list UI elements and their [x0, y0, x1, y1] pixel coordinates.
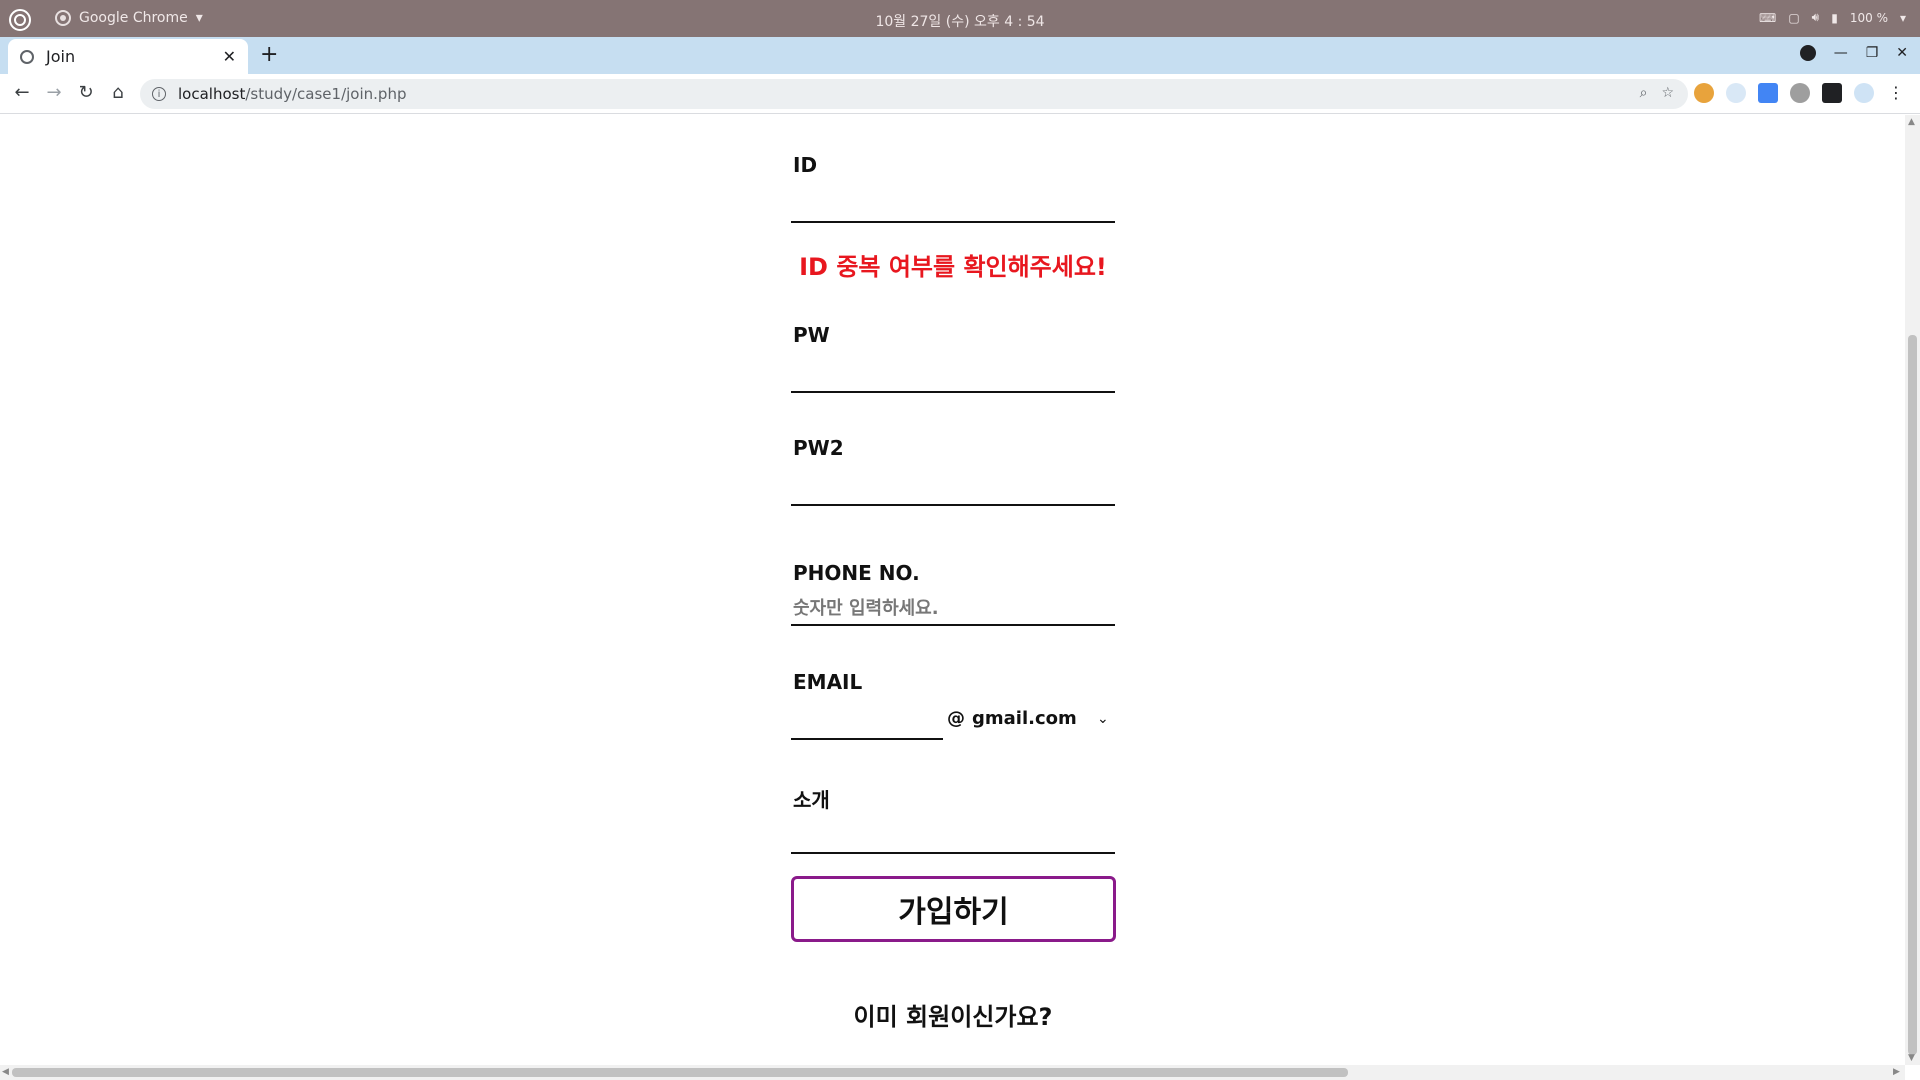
- restore-icon[interactable]: ❐: [1866, 45, 1879, 61]
- minimize-icon[interactable]: —: [1834, 45, 1848, 61]
- vertical-scrollbar[interactable]: ▲ ▼: [1905, 115, 1920, 1065]
- intro-label: 소개: [793, 788, 830, 812]
- url-host: localhost: [178, 85, 246, 103]
- tab-join[interactable]: Join ✕: [8, 39, 248, 74]
- email-label: EMAIL: [793, 670, 863, 694]
- reload-icon[interactable]: ↻: [74, 82, 98, 103]
- forward-icon[interactable]: →: [42, 82, 66, 103]
- email-domain-select[interactable]: gmail.com: [972, 708, 1077, 729]
- system-tray[interactable]: ⌨ ▢ 🔊︎ ▮ 100 % ▾: [1759, 10, 1906, 25]
- keyboard-icon: ⌨: [1759, 10, 1777, 25]
- site-info-icon[interactable]: i: [152, 87, 166, 101]
- horizontal-scroll-thumb[interactable]: [12, 1068, 1348, 1077]
- profile-menu-icon[interactable]: [1799, 45, 1816, 61]
- chevron-down-icon[interactable]: ⌄: [1097, 711, 1109, 727]
- address-bar[interactable]: i localhost/study/case1/join.php ⌕ ☆: [140, 79, 1688, 109]
- extensions-area: ⋮: [1694, 83, 1906, 103]
- scroll-down-icon[interactable]: ▼: [1908, 1053, 1915, 1063]
- puzzle-icon[interactable]: [1822, 83, 1842, 103]
- tab-title: Join: [46, 47, 76, 66]
- volume-icon: 🔊︎: [1811, 10, 1820, 24]
- window-controls: — ❐ ✕: [1799, 45, 1908, 61]
- avatar[interactable]: [1854, 83, 1874, 103]
- id-error-message: ID 중복 여부를 확인해주세요!: [799, 253, 1107, 281]
- email-local-input[interactable]: [791, 738, 943, 740]
- display-icon: ▢: [1788, 10, 1800, 25]
- already-member-link[interactable]: 이미 회원이신가요?: [791, 997, 1115, 1032]
- join-submit-button[interactable]: 가입하기: [791, 876, 1116, 942]
- pw-input[interactable]: [791, 391, 1115, 393]
- phone-input[interactable]: [791, 624, 1115, 626]
- horizontal-scrollbar[interactable]: ◀ ▶: [0, 1065, 1905, 1080]
- page-content: ID ID 중복 여부를 확인해주세요! PW PW2 PHONE NO. 숫자…: [0, 115, 1905, 1065]
- url-path: /study/case1/join.php: [245, 85, 407, 103]
- extension-icon[interactable]: [1790, 83, 1810, 103]
- zoom-icon[interactable]: ⌕: [1640, 85, 1648, 101]
- chevron-down-icon: ▾: [1899, 10, 1906, 25]
- pw2-input[interactable]: [791, 504, 1115, 506]
- new-tab-button[interactable]: +: [260, 42, 278, 67]
- id-input[interactable]: [791, 221, 1115, 223]
- back-icon[interactable]: ←: [10, 82, 34, 103]
- bookmark-star-icon[interactable]: ☆: [1661, 85, 1674, 101]
- scroll-right-icon[interactable]: ▶: [1893, 1067, 1900, 1077]
- browser-toolbar: ← → ↻ ⌂ i localhost/study/case1/join.php…: [0, 74, 1920, 114]
- close-window-icon[interactable]: ✕: [1896, 45, 1908, 61]
- pw2-label: PW2: [793, 436, 844, 460]
- phone-input-placeholder[interactable]: 숫자만 입력하세요.: [793, 594, 939, 620]
- scroll-left-icon[interactable]: ◀: [2, 1067, 9, 1077]
- phone-label: PHONE NO.: [793, 561, 920, 585]
- pw-label: PW: [793, 323, 830, 347]
- scroll-up-icon[interactable]: ▲: [1908, 117, 1915, 127]
- cookie-extension-icon[interactable]: [1694, 83, 1714, 103]
- globe-icon: [20, 49, 34, 64]
- translate-extension-icon[interactable]: [1758, 83, 1778, 103]
- extension-icon[interactable]: [1726, 83, 1746, 103]
- id-label: ID: [793, 153, 818, 177]
- battery-level: 100 %: [1849, 10, 1888, 25]
- more-menu-icon[interactable]: ⋮: [1886, 83, 1906, 103]
- clock[interactable]: 10월 27일 (수) 오후 4 : 54: [0, 11, 1920, 31]
- battery-icon: ▮: [1831, 10, 1838, 25]
- tab-strip: Join ✕: [0, 37, 1920, 74]
- close-tab-icon[interactable]: ✕: [223, 47, 236, 66]
- intro-input[interactable]: [791, 852, 1115, 854]
- os-top-bar: Google Chrome ▾ 10월 27일 (수) 오후 4 : 54 ⌨ …: [0, 0, 1920, 37]
- vertical-scroll-thumb[interactable]: [1908, 335, 1917, 1055]
- home-icon[interactable]: ⌂: [106, 82, 130, 103]
- email-at-sign: @: [947, 708, 965, 729]
